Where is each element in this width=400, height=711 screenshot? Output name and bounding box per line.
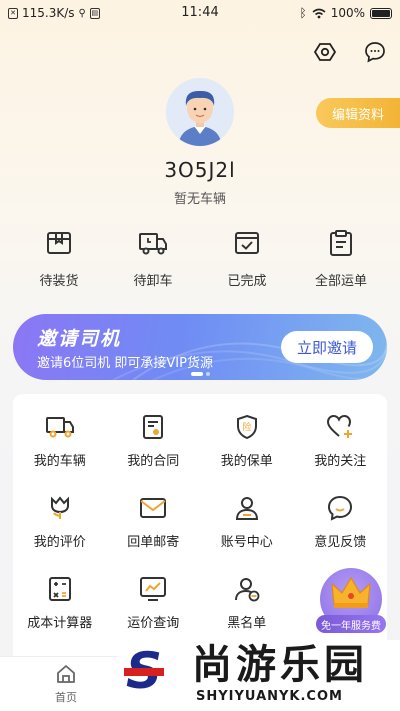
service-label: 我的保单 <box>220 454 273 469</box>
package-box-icon <box>44 228 74 258</box>
service-my-contracts[interactable]: 我的合同 <box>107 394 201 475</box>
service-label: 黑名单 <box>227 616 267 631</box>
invite-now-button[interactable]: 立即邀请 <box>281 331 373 363</box>
banner-pager <box>0 372 400 376</box>
pager-dot <box>205 372 210 376</box>
calculator-icon <box>45 575 75 603</box>
username: 3O5J2l <box>164 158 236 182</box>
user-account-icon <box>232 494 262 522</box>
tab-label: 首页 <box>55 691 77 704</box>
order-label: 已完成 <box>227 274 267 289</box>
pager-dot-active <box>190 372 203 376</box>
service-cost-calculator[interactable]: 成本计算器 <box>13 556 107 637</box>
envelope-icon <box>138 494 168 522</box>
price-chart-icon <box>138 575 168 603</box>
banner-title: 邀请司机 <box>37 328 122 350</box>
banner-subtitle: 邀请6位司机 即可承接VIP货源 <box>37 356 213 371</box>
order-pending-unload[interactable]: 待卸车 <box>108 228 198 289</box>
service-label: 我的合同 <box>127 454 180 469</box>
order-label: 待装货 <box>39 274 79 289</box>
order-all[interactable]: 全部运单 <box>296 228 386 289</box>
service-price-query[interactable]: 运价查询 <box>107 556 201 637</box>
settings-icon[interactable] <box>311 38 339 66</box>
home-icon <box>57 665 75 683</box>
service-label: 回单邮寄 <box>127 535 180 550</box>
service-label: 我的评价 <box>33 535 86 550</box>
bluetooth-icon: ᛒ <box>299 6 307 20</box>
order-shortcuts: 待装货 待卸车 已完成 全部运单 <box>14 228 386 289</box>
tulip-icon <box>45 494 75 522</box>
truck-icon <box>45 413 75 441</box>
watermark-logo-mark: S <box>124 646 164 696</box>
service-label: 运价查询 <box>127 616 180 631</box>
insurance-badge-text: 险 <box>242 421 251 433</box>
service-receipt-mail[interactable]: 回单邮寄 <box>107 475 201 556</box>
check-box-icon <box>232 228 262 258</box>
feedback-chat-icon <box>325 494 355 522</box>
promo-label: 免一年服务费 <box>316 615 386 633</box>
order-completed[interactable]: 已完成 <box>202 228 292 289</box>
free-service-promo[interactable]: 免一年服务费 <box>316 568 386 636</box>
service-my-follows[interactable]: 我的关注 <box>294 394 388 475</box>
service-label: 成本计算器 <box>27 616 93 631</box>
watermark: S 尚游乐园 SHYIYUANYK.COM <box>118 640 400 711</box>
service-my-vehicles[interactable]: 我的车辆 <box>13 394 107 475</box>
avatar[interactable] <box>166 78 234 146</box>
crown-icon <box>331 576 371 608</box>
tab-home[interactable]: 首页 <box>40 663 92 705</box>
service-label: 我的关注 <box>314 454 367 469</box>
watermark-domain: SHYIYUANYK.COM <box>196 689 343 704</box>
service-feedback[interactable]: 意见反馈 <box>294 475 388 556</box>
status-bar: ✕ 115.3K/s ⚲ ▤ 11:44 ᛒ 100% <box>0 0 400 28</box>
service-my-policies[interactable]: 险 我的保单 <box>200 394 294 475</box>
user-block-icon <box>232 575 262 603</box>
order-label: 全部运单 <box>314 274 367 289</box>
battery-icon <box>370 7 392 19</box>
truck-clock-icon <box>138 228 168 258</box>
message-icon[interactable] <box>361 38 389 66</box>
service-my-reviews[interactable]: 我的评价 <box>13 475 107 556</box>
vehicle-status: 暂无车辆 <box>173 192 226 207</box>
contract-icon <box>138 413 168 441</box>
order-label: 待卸车 <box>133 274 173 289</box>
service-label: 我的车辆 <box>33 454 86 469</box>
service-label: 意见反馈 <box>314 535 367 550</box>
order-pending-load[interactable]: 待装货 <box>14 228 104 289</box>
service-label: 账号中心 <box>220 535 273 550</box>
invite-driver-banner[interactable]: 邀请司机 邀请6位司机 即可承接VIP货源 立即邀请 <box>13 314 387 380</box>
heart-plus-icon <box>325 413 355 441</box>
battery-percent: 100% <box>330 6 365 20</box>
watermark-brand: 尚游乐园 <box>192 642 368 688</box>
insurance-shield-icon: 险 <box>232 413 262 441</box>
service-account-center[interactable]: 账号中心 <box>200 475 294 556</box>
clipboard-list-icon <box>326 228 356 258</box>
wifi-icon <box>312 8 326 18</box>
service-blacklist[interactable]: 黑名单 <box>200 556 294 637</box>
edit-profile-button[interactable]: 编辑资料 <box>316 98 400 128</box>
